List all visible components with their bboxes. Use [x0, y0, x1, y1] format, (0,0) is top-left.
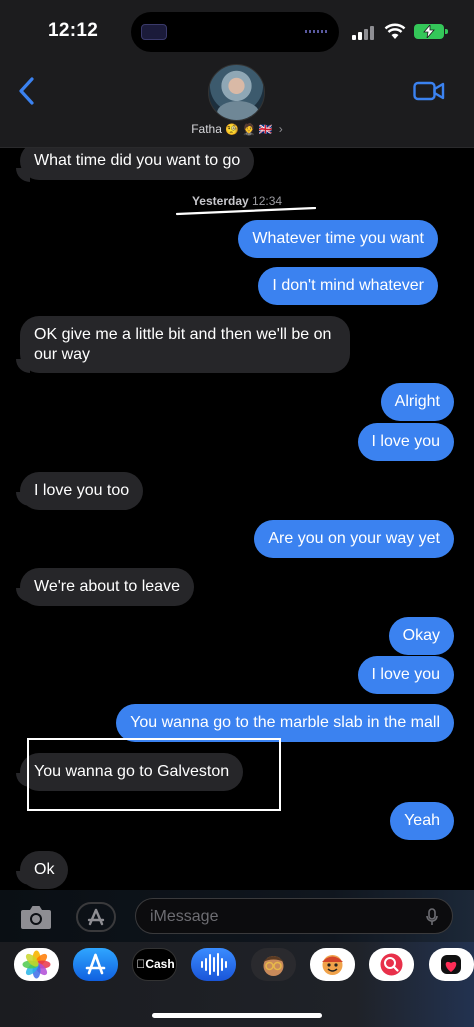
digital-touch-icon[interactable]	[429, 948, 474, 981]
message-bubble-outgoing[interactable]: Whatever time you want	[238, 220, 438, 258]
camera-icon[interactable]	[20, 904, 52, 930]
conversation-header: Fatha 🧐 🤵 🇬🇧 ›	[0, 62, 474, 148]
wifi-icon	[384, 23, 406, 39]
message-thread[interactable]: What time did you want to go Yesterday 1…	[0, 148, 474, 890]
cellular-signal-icon	[352, 26, 376, 40]
audio-message-icon[interactable]	[191, 948, 236, 981]
message-bubble-incoming[interactable]: What time did you want to go	[20, 148, 255, 180]
chevron-left-icon[interactable]	[16, 76, 38, 106]
message-bubble-outgoing[interactable]: Okay	[388, 617, 454, 655]
contact-emojis: 🧐 🤵 🇬🇧	[225, 124, 273, 136]
message-bubble-outgoing[interactable]: Alright	[380, 383, 454, 421]
message-bubble-outgoing[interactable]: Are you on your way yet	[254, 520, 454, 558]
memoji-stickers-icon[interactable]	[310, 948, 355, 981]
message-text: our way	[34, 346, 91, 363]
microphone-icon[interactable]	[426, 908, 438, 926]
home-indicator[interactable]	[152, 1013, 322, 1018]
imessage-field[interactable]	[135, 898, 453, 934]
bubble-tail	[16, 168, 30, 182]
bubble-tail	[16, 359, 30, 373]
battery-icon	[414, 24, 444, 39]
message-bubble-outgoing[interactable]: I don't mind whatever	[258, 267, 438, 305]
imessage-app-tray: Cash	[0, 942, 474, 1027]
message-bubble-incoming[interactable]: I love you too	[20, 472, 144, 510]
message-bubble-incoming[interactable]: OK give me a little bit and then we'll b…	[20, 316, 350, 373]
contact-name: Fatha	[191, 122, 222, 136]
message-bubble-outgoing[interactable]: You wanna go to the marble slab in the m…	[116, 704, 454, 742]
apple-cash-icon[interactable]: Cash	[132, 948, 177, 981]
bubble-tail	[16, 871, 30, 885]
markup-underline	[176, 207, 316, 216]
video-camera-icon[interactable]	[413, 80, 445, 102]
message-timestamp: Yesterday 12:34	[0, 194, 474, 208]
app-store-icon[interactable]	[73, 948, 118, 981]
message-text: OK give me a little bit and then we'll b…	[34, 326, 332, 343]
message-bubble-outgoing[interactable]: Yeah	[390, 802, 454, 840]
charging-bolt-icon	[423, 25, 435, 38]
apple-cash-label: Cash	[136, 957, 174, 971]
image-search-icon[interactable]	[369, 948, 414, 981]
activity-dots-icon	[305, 30, 327, 33]
status-bar: 12:12	[0, 0, 474, 62]
app-store-icon[interactable]	[76, 902, 116, 932]
message-bubble-outgoing[interactable]: I love you	[357, 656, 454, 694]
contact-avatar[interactable]	[208, 64, 265, 121]
timestamp-time: 12:34	[252, 194, 283, 208]
timestamp-day: Yesterday	[191, 194, 249, 208]
photos-icon[interactable]	[14, 948, 59, 981]
compose-bar	[0, 890, 474, 942]
contact-name-row[interactable]: Fatha 🧐 🤵 🇬🇧 ›	[0, 122, 474, 136]
chevron-right-icon: ›	[278, 122, 283, 136]
message-input[interactable]	[150, 906, 400, 928]
dynamic-island	[131, 12, 339, 52]
bubble-tail	[16, 588, 30, 602]
markup-highlight-box	[27, 738, 281, 811]
memoji-icon[interactable]	[251, 948, 296, 981]
bubble-tail	[16, 492, 30, 506]
battery-tip	[445, 29, 448, 34]
screen-recording-icon	[141, 24, 167, 40]
status-time: 12:12	[48, 20, 99, 41]
message-bubble-incoming[interactable]: We're about to leave	[20, 568, 194, 606]
message-bubble-outgoing[interactable]: I love you	[357, 423, 454, 461]
